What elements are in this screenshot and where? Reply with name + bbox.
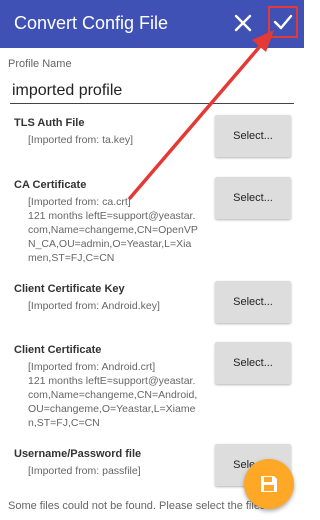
- confirm-button[interactable]: [268, 6, 298, 38]
- profile-name-input[interactable]: [10, 78, 294, 104]
- certificate-detail-text: 121 months leftE=support@yeastar.com,Nam…: [28, 375, 198, 429]
- page-title: Convert Config File: [14, 13, 169, 33]
- imported-from-text: [Imported from: ca.crt]: [28, 196, 131, 208]
- save-fab-button[interactable]: [244, 459, 294, 509]
- missing-files-note: Some files could not be found. Please se…: [8, 500, 266, 512]
- section-title: Client Certificate: [14, 344, 102, 356]
- client-key-section: Client Certificate Key [Imported from: A…: [14, 283, 194, 313]
- tls-auth-section: TLS Auth File [Imported from: ta.key]: [14, 117, 194, 147]
- imported-from-text: [Imported from: passfile]: [28, 465, 141, 477]
- section-title: TLS Auth File: [14, 117, 85, 129]
- app-bar: Convert Config File: [0, 0, 304, 48]
- section-title: Username/Password file: [14, 448, 142, 460]
- section-title: Client Certificate Key: [14, 283, 125, 295]
- select-client-certificate-button[interactable]: Select...: [215, 342, 291, 384]
- section-title: CA Certificate: [14, 179, 87, 191]
- select-ca-certificate-button[interactable]: Select...: [215, 177, 291, 219]
- imported-from-text: [Imported from: Android.crt]: [28, 361, 156, 373]
- username-password-section: Username/Password file [Imported from: p…: [14, 448, 194, 478]
- profile-name-label: Profile Name: [8, 58, 72, 70]
- imported-from-text: [Imported from: ta.key]: [28, 134, 134, 146]
- select-tls-auth-button[interactable]: Select...: [215, 115, 291, 157]
- select-client-key-button[interactable]: Select...: [215, 281, 291, 323]
- certificate-detail-text: 121 months leftE=support@yeastar.com,Nam…: [28, 210, 198, 264]
- client-certificate-section: Client Certificate [Imported from: Andro…: [14, 344, 197, 430]
- close-button[interactable]: [230, 10, 256, 36]
- close-icon: [234, 14, 252, 32]
- save-icon: [261, 476, 277, 492]
- ca-certificate-section: CA Certificate [Imported from: ca.crt] 1…: [14, 179, 198, 265]
- imported-from-text: [Imported from: Android.key]: [28, 300, 160, 312]
- check-icon: [273, 14, 293, 30]
